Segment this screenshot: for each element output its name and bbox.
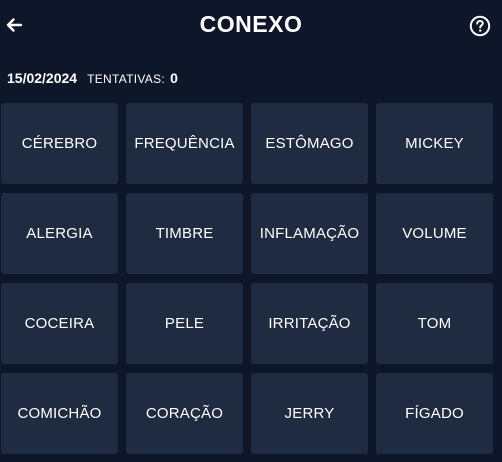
word-tile[interactable]: ESTÔMAGO <box>251 103 368 184</box>
word-tile[interactable]: JERRY <box>251 373 368 454</box>
word-tile[interactable]: COCEIRA <box>1 283 118 364</box>
word-tile[interactable]: ALERGIA <box>1 193 118 274</box>
word-tile[interactable]: TIMBRE <box>126 193 243 274</box>
word-tile[interactable]: FREQUÊNCIA <box>126 103 243 184</box>
word-tile[interactable]: MICKEY <box>376 103 493 184</box>
help-button[interactable] <box>469 15 491 37</box>
word-tile[interactable]: IRRITAÇÃO <box>251 283 368 364</box>
word-tile[interactable]: INFLAMAÇÃO <box>251 193 368 274</box>
attempts-count: 0 <box>170 70 178 86</box>
word-tile[interactable]: PELE <box>126 283 243 364</box>
page-title: CONEXO <box>199 11 303 37</box>
puzzle-date: 15/02/2024 <box>7 70 78 86</box>
word-tile[interactable]: CÉREBRO <box>1 103 118 184</box>
word-tile[interactable]: VOLUME <box>376 193 493 274</box>
word-tile[interactable]: CORAÇÃO <box>126 373 243 454</box>
question-circle-icon <box>469 15 491 37</box>
word-tile[interactable]: TOM <box>376 283 493 364</box>
word-tile[interactable]: COMICHÃO <box>1 373 118 454</box>
word-tile[interactable]: FÍGADO <box>376 373 493 454</box>
attempts-label: TENTATIVAS: <box>87 72 166 86</box>
word-grid: CÉREBRO FREQUÊNCIA ESTÔMAGO MICKEY ALERG… <box>1 103 493 454</box>
game-status: 15/02/2024 TENTATIVAS: 0 <box>7 70 178 86</box>
app-header: CONEXO <box>0 0 502 52</box>
